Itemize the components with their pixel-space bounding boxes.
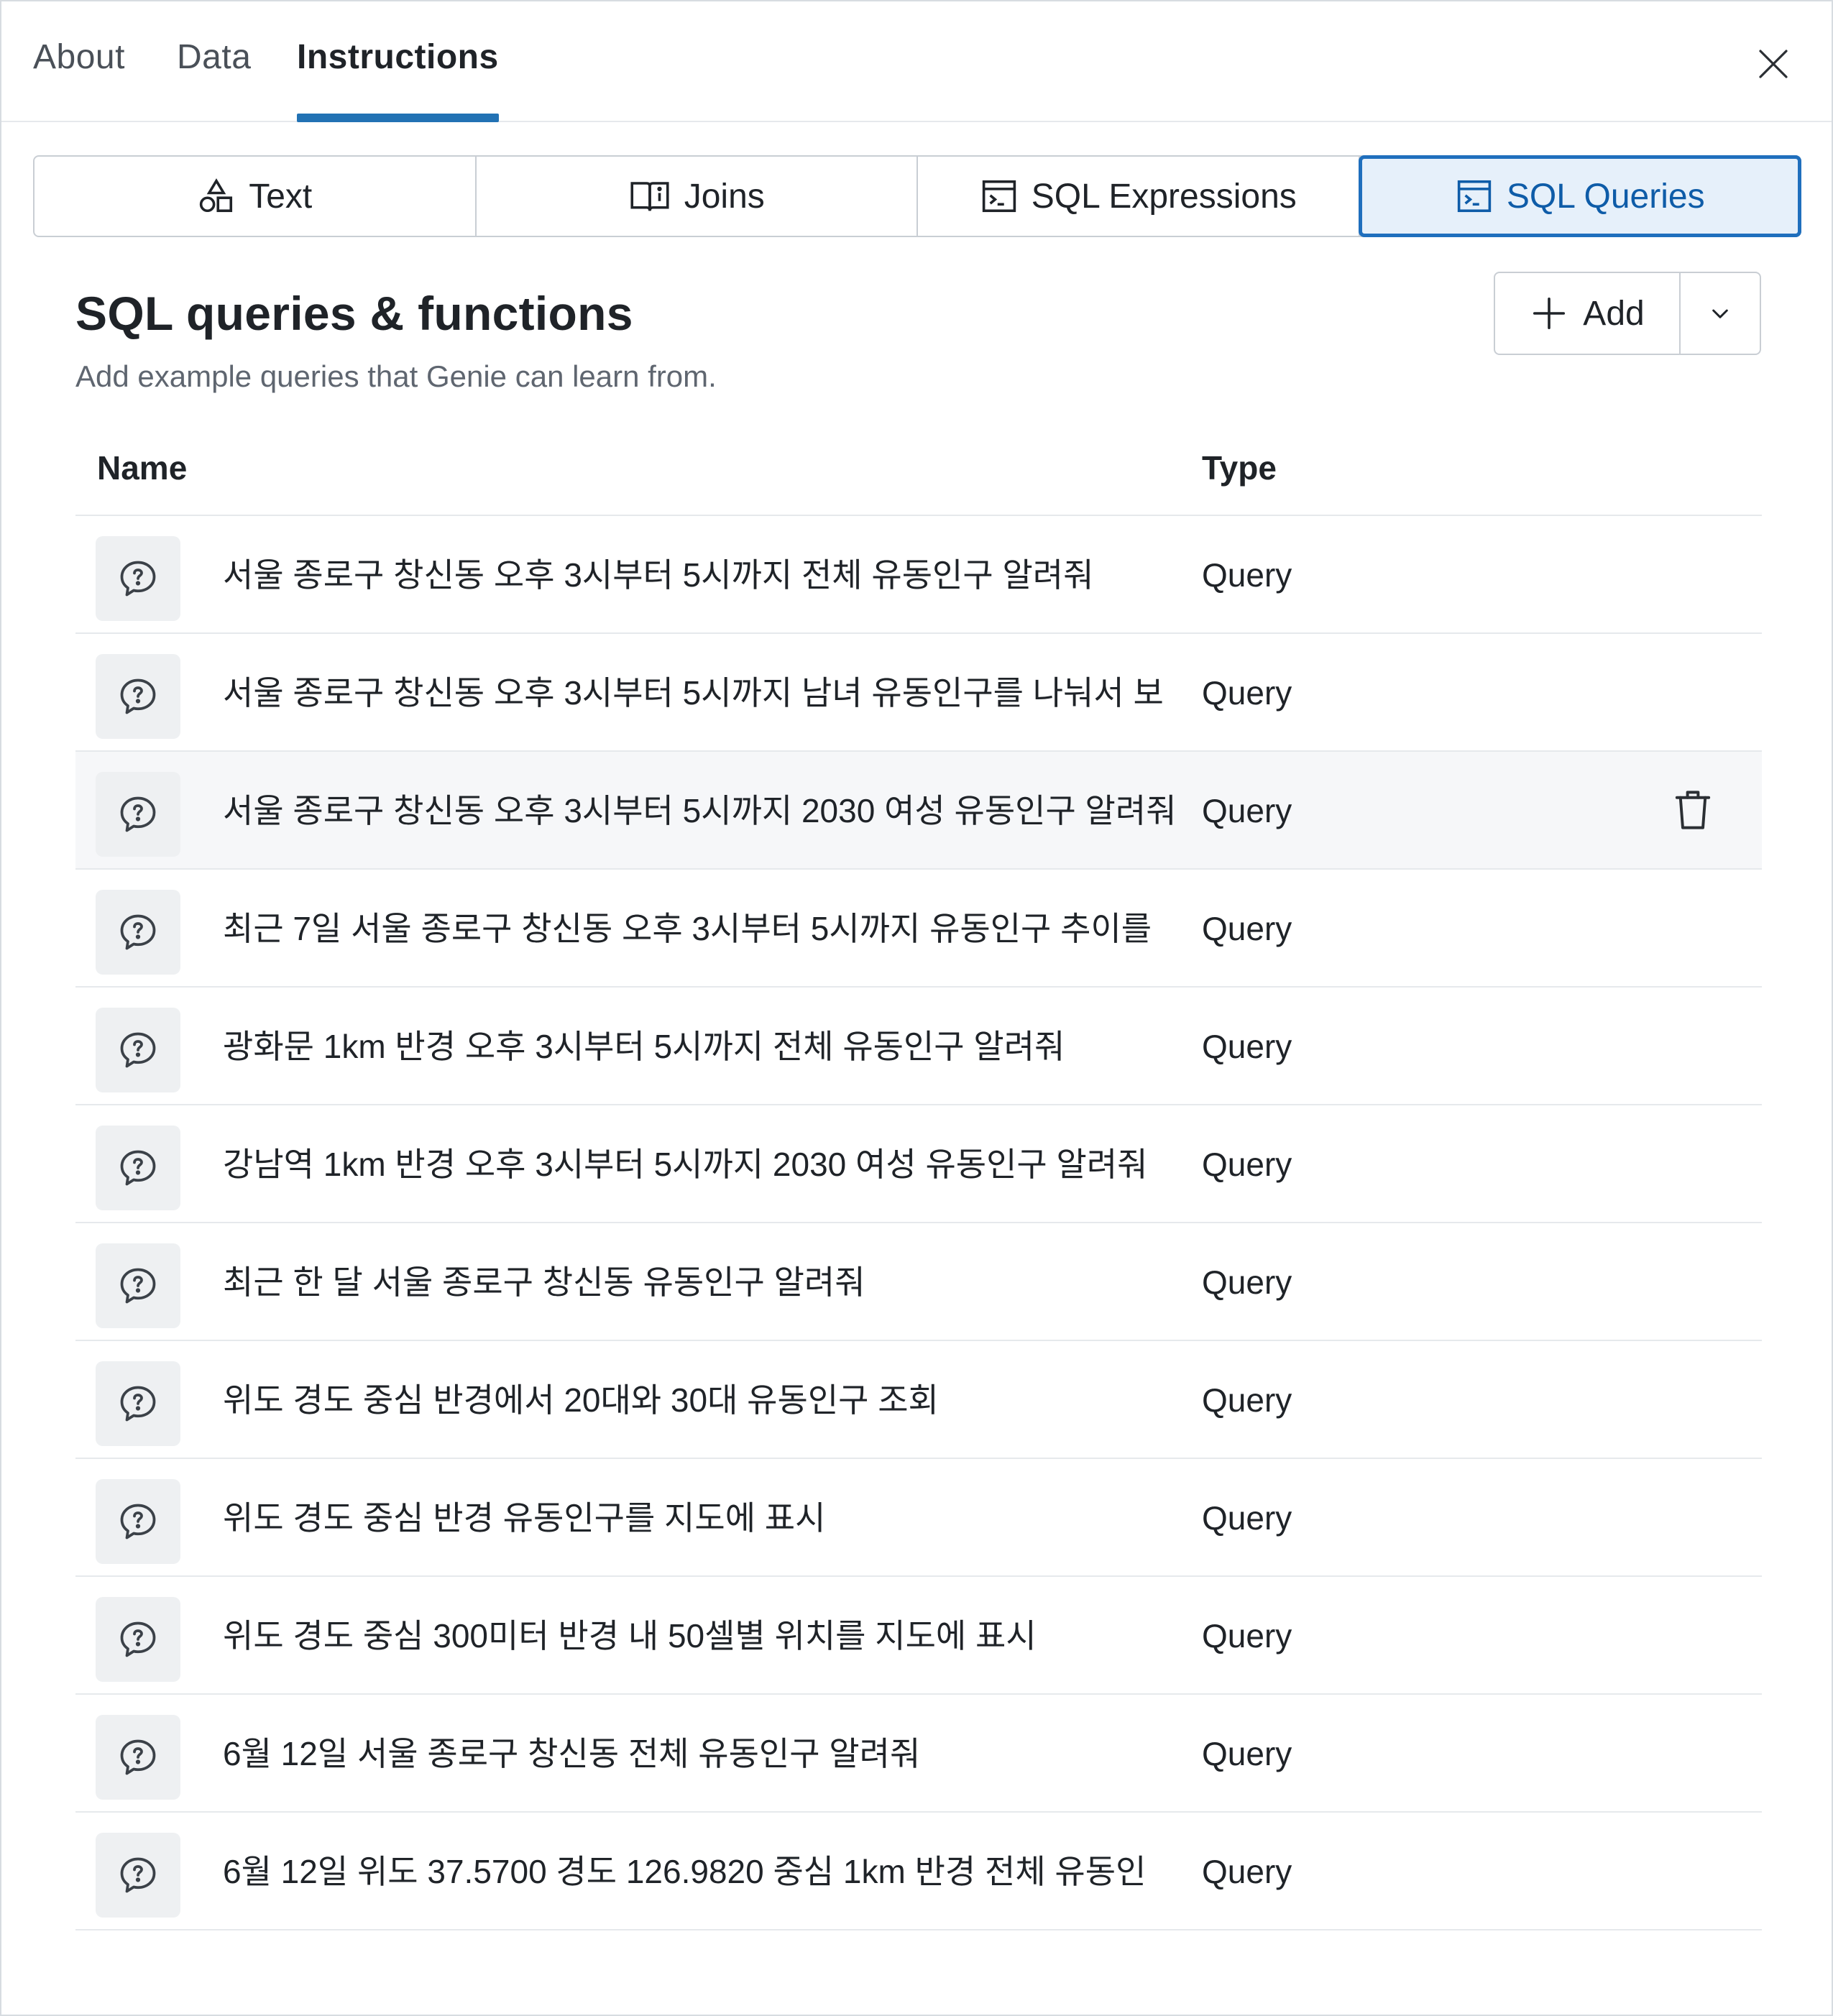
query-bubble-icon [96,1597,180,1682]
row-type: Query [1202,1617,1292,1654]
add-button[interactable]: Add [1495,273,1681,354]
query-bubble-icon [96,1715,180,1800]
row-name: 광화문 1km 반경 오후 3시부터 5시까지 전체 유동인구 알려줘 [223,1028,1065,1065]
row-name: 6월 12일 위도 37.5700 경도 126.9820 중심 1km 반경 … [223,1853,1147,1890]
column-header-name: Name [97,449,188,487]
add-split-button: Add [1494,272,1761,355]
row-name: 서울 종로구 창신동 오후 3시부터 5시까지 전체 유동인구 알려줘 [223,556,1094,594]
query-bubble-icon [96,536,180,621]
table-row[interactable]: 최근 한 달 서울 종로구 창신동 유동인구 알려줘 Query [75,1223,1762,1341]
row-type: Query [1202,1499,1292,1537]
section-subtitle: Add example queries that Genie can learn… [75,359,717,393]
table-row[interactable]: 서울 종로구 창신동 오후 3시부터 5시까지 전체 유동인구 알려줘 Query [75,516,1762,634]
shapes-icon [200,178,233,213]
row-type: Query [1202,1146,1292,1183]
row-type: Query [1202,792,1292,829]
segment-sql-queries[interactable]: SQL Queries [1358,155,1801,237]
row-name: 최근 한 달 서울 종로구 창신동 유동인구 알려줘 [223,1264,865,1301]
segment-sql-expressions[interactable]: SQL Expressions [918,157,1360,236]
segment-sql-expressions-label: SQL Expressions [1031,177,1297,216]
query-bubble-icon [96,890,180,975]
row-type: Query [1202,1853,1292,1890]
add-dropdown-button[interactable] [1681,273,1760,354]
book-info-icon [630,182,669,211]
terminal-window-icon [982,180,1016,213]
query-bubble-icon [96,1833,180,1918]
query-bubble-icon [96,1008,180,1092]
query-bubble-icon [96,1243,180,1328]
segment-text-label: Text [249,177,313,216]
row-type: Query [1202,556,1292,594]
queries-table: 서울 종로구 창신동 오후 3시부터 5시까지 전체 유동인구 알려줘 Query… [75,515,1762,1930]
row-name: 서울 종로구 창신동 오후 3시부터 5시까지 2030 여성 유동인구 알려줘 [223,792,1177,829]
row-name: 서울 종로구 창신동 오후 3시부터 5시까지 남녀 유동인구를 나눠서 보 [223,674,1164,712]
query-bubble-icon [96,1361,180,1446]
tab-instructions[interactable]: Instructions [297,37,499,122]
table-row[interactable]: 서울 종로구 창신동 오후 3시부터 5시까지 2030 여성 유동인구 알려줘… [75,752,1762,870]
table-row[interactable]: 위도 경도 중심 반경 유동인구를 지도에 표시 Query [75,1459,1762,1577]
row-name: 위도 경도 중심 반경 유동인구를 지도에 표시 [223,1499,826,1537]
table-row[interactable]: 6월 12일 서울 종로구 창신동 전체 유동인구 알려줘 Query [75,1695,1762,1813]
row-type: Query [1202,1735,1292,1772]
close-icon [1759,50,1788,78]
segment-joins-label: Joins [684,177,765,216]
segment-text[interactable]: Text [35,157,477,236]
terminal-window-icon [1457,180,1492,213]
row-type: Query [1202,910,1292,947]
tab-about[interactable]: About [33,37,125,121]
row-name: 강남역 1km 반경 오후 3시부터 5시까지 2030 여성 유동인구 알려줘 [223,1146,1148,1183]
section-title: SQL queries & functions [75,287,633,340]
table-row[interactable]: 서울 종로구 창신동 오후 3시부터 5시까지 남녀 유동인구를 나눠서 보 Qu… [75,634,1762,752]
add-button-label: Add [1583,294,1645,333]
row-type: Query [1202,1264,1292,1301]
row-name: 6월 12일 서울 종로구 창신동 전체 유동인구 알려줘 [223,1735,921,1772]
query-bubble-icon [96,654,180,739]
row-type: Query [1202,1381,1292,1419]
query-bubble-icon [96,1126,180,1210]
column-header-type: Type [1202,449,1277,487]
table-row[interactable]: 최근 7일 서울 종로구 창신동 오후 3시부터 5시까지 유동인구 추이를 Qu… [75,870,1762,988]
close-button[interactable] [1748,39,1798,89]
row-type: Query [1202,674,1292,712]
query-bubble-icon [96,1479,180,1564]
segment-joins[interactable]: Joins [477,157,918,236]
query-bubble-icon [96,772,180,857]
row-type: Query [1202,1028,1292,1065]
row-name: 위도 경도 중심 반경에서 20대와 30대 유동인구 조회 [223,1381,939,1419]
row-name: 위도 경도 중심 300미터 반경 내 50셀별 위치를 지도에 표시 [223,1617,1037,1654]
segment-sql-queries-label: SQL Queries [1506,177,1705,216]
table-row[interactable]: 위도 경도 중심 300미터 반경 내 50셀별 위치를 지도에 표시 Query [75,1577,1762,1695]
instruction-type-switcher: Text Joins SQL Expressions SQL Queries [33,155,1801,237]
trash-icon [1675,791,1711,829]
table-row[interactable]: 위도 경도 중심 반경에서 20대와 30대 유동인구 조회 Query [75,1341,1762,1459]
delete-row-button[interactable] [1668,785,1718,835]
table-row[interactable]: 강남역 1km 반경 오후 3시부터 5시까지 2030 여성 유동인구 알려줘… [75,1105,1762,1223]
panel-header: About Data Instructions [1,1,1832,122]
table-row[interactable]: 광화문 1km 반경 오후 3시부터 5시까지 전체 유동인구 알려줘 Query [75,988,1762,1105]
tab-data[interactable]: Data [177,37,251,121]
table-row[interactable]: 6월 12일 위도 37.5700 경도 126.9820 중심 1km 반경 … [75,1813,1762,1930]
row-name: 최근 7일 서울 종로구 창신동 오후 3시부터 5시까지 유동인구 추이를 [223,910,1152,947]
instructions-panel: About Data Instructions Text Joins SQL E… [0,0,1833,2016]
chevron-down-icon [1712,309,1728,318]
plus-icon [1533,297,1566,330]
